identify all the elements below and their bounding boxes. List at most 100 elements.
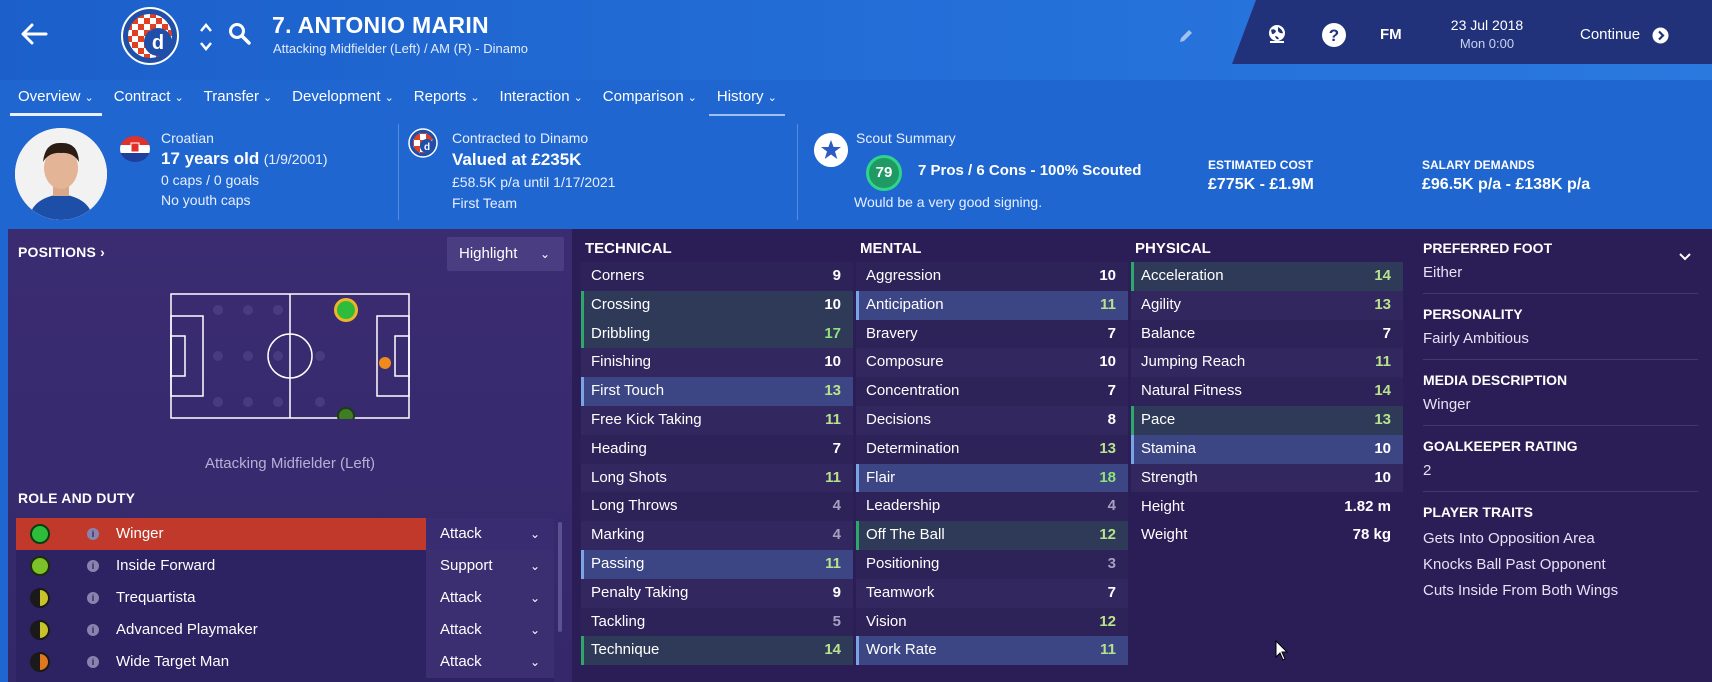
attribute-row[interactable]: Heading 7: [581, 434, 853, 464]
attribute-row[interactable]: Long Shots 11: [581, 463, 853, 493]
tab-history[interactable]: History ⌄: [707, 86, 787, 116]
position-caption: Attacking Midfielder (Left): [204, 455, 376, 472]
attribute-row[interactable]: Agility 13: [1131, 290, 1403, 320]
mental-attributes: MENTAL Aggression 10 Anticipation 11 Brave…: [856, 240, 1128, 666]
player-traits-label: PLAYER TRAITS: [1423, 504, 1533, 520]
attribute-row[interactable]: Tackling 5: [581, 607, 853, 637]
attribute-row[interactable]: Positioning 3: [856, 549, 1128, 579]
attribute-row[interactable]: Corners 9: [581, 262, 853, 291]
role-row[interactable]: i Wide Target Man Attack ⌄: [16, 646, 554, 682]
attribute-row[interactable]: Anticipation 11: [856, 290, 1128, 320]
caps-goals: 0 caps / 0 goals: [161, 172, 260, 188]
attribute-row[interactable]: Flair 18: [856, 463, 1128, 493]
attribute-row[interactable]: Penalty Taking 9: [581, 578, 853, 608]
divider: [398, 124, 399, 220]
attribute-row[interactable]: Free Kick Taking 11: [581, 405, 853, 435]
attribute-row[interactable]: Passing 11: [581, 549, 853, 579]
continue-button[interactable]: Continue: [1580, 26, 1640, 43]
attribute-row[interactable]: Acceleration 14: [1131, 262, 1403, 291]
personality-label: PERSONALITY: [1423, 306, 1523, 322]
duty-dropdown[interactable]: Attack ⌄: [426, 582, 554, 614]
duty-dropdown[interactable]: Support ⌄: [426, 550, 554, 582]
tab-comparison[interactable]: Comparison ⌄: [593, 86, 707, 116]
attribute-row[interactable]: Leadership 4: [856, 492, 1128, 522]
attribute-row[interactable]: Stamina 10: [1131, 434, 1403, 464]
role-name: Trequartista: [116, 589, 196, 606]
attribute-row[interactable]: Long Throws 4: [581, 492, 853, 522]
attribute-row[interactable]: Concentration 7: [856, 377, 1128, 406]
attribute-row[interactable]: Work Rate 11: [856, 636, 1128, 666]
attr-list: Aggression 10 Anticipation 11 Bravery 7 Com…: [856, 262, 1128, 666]
positions-title[interactable]: POSITIONS ›: [18, 244, 105, 260]
info-icon[interactable]: i: [87, 656, 99, 668]
highlight-dropdown[interactable]: Highlight ⌄: [447, 237, 564, 271]
role-name: Winger: [116, 525, 164, 542]
duty-dropdown[interactable]: Attack ⌄: [426, 646, 554, 678]
attribute-row[interactable]: Pace 13: [1131, 405, 1403, 435]
tab-contract[interactable]: Contract ⌄: [104, 86, 194, 116]
attribute-row[interactable]: Crossing 10: [581, 290, 853, 320]
fm-logo[interactable]: FM: [1380, 26, 1402, 43]
back-arrow-icon[interactable]: [18, 18, 50, 50]
duty-dropdown[interactable]: Attack ⌄: [426, 614, 554, 646]
attribute-row[interactable]: Teamwork 7: [856, 578, 1128, 608]
scout-summary-title: Scout Summary: [856, 130, 956, 146]
star-icon: [814, 133, 848, 167]
svg-text:d: d: [152, 32, 164, 54]
info-icon[interactable]: i: [87, 592, 99, 604]
help-icon[interactable]: ?: [1321, 22, 1347, 48]
attribute-row[interactable]: Composure 10: [856, 348, 1128, 378]
player-value: Valued at £235K: [452, 150, 582, 169]
player-portrait: [15, 128, 107, 220]
attribute-row[interactable]: Marking 4: [581, 521, 853, 550]
tab-reports[interactable]: Reports ⌄: [404, 86, 490, 116]
role-name: Inside Forward: [116, 557, 216, 574]
nationality: Croatian: [161, 130, 214, 146]
tab-overview[interactable]: Overview ⌄: [8, 86, 104, 116]
role-row[interactable]: i Winger Attack ⌄: [16, 518, 554, 550]
search-icon[interactable]: [228, 22, 252, 46]
traits-list: Gets Into Opposition Area Knocks Ball Pa…: [1423, 526, 1698, 604]
info-icon[interactable]: i: [87, 624, 99, 636]
role-suitability-icon: [30, 524, 50, 544]
next-prev-player-icon[interactable]: [198, 20, 214, 54]
role-row[interactable]: i Advanced Playmaker Attack ⌄: [16, 614, 554, 646]
role-row[interactable]: i Trequartista Attack ⌄: [16, 582, 554, 614]
duty-dropdown[interactable]: Attack ⌄: [426, 518, 554, 550]
physical-title: PHYSICAL: [1135, 240, 1211, 257]
info-icon[interactable]: i: [87, 528, 99, 540]
role-row[interactable]: i Inside Forward Support ⌄: [16, 550, 554, 582]
attribute-row[interactable]: Determination 13: [856, 434, 1128, 464]
attribute-row[interactable]: Bravery 7: [856, 319, 1128, 349]
club-badge-icon: d: [408, 128, 438, 158]
tab-development[interactable]: Development ⌄: [282, 86, 404, 116]
tab-interaction[interactable]: Interaction ⌄: [490, 86, 593, 116]
salary-demands: £96.5K p/a - £138K p/a: [1422, 176, 1591, 193]
player-age: 17 years old: [161, 149, 260, 168]
pencil-icon[interactable]: [1178, 28, 1194, 44]
info-icon[interactable]: i: [87, 560, 99, 572]
globe-icon[interactable]: [1265, 22, 1289, 46]
role-name: Wide Target Man: [116, 653, 230, 670]
attribute-row[interactable]: Decisions 8: [856, 405, 1128, 435]
attribute-row[interactable]: Dribbling 17: [581, 319, 853, 349]
physical-attributes: PHYSICAL Acceleration 14 Agility 13 Balanc…: [1131, 240, 1403, 554]
chevron-down-icon[interactable]: [1678, 250, 1692, 264]
attribute-row[interactable]: Natural Fitness 14: [1131, 377, 1403, 406]
attribute-row[interactable]: First Touch 13: [581, 377, 853, 406]
attribute-row[interactable]: Vision 12: [856, 607, 1128, 637]
attribute-row[interactable]: Strength 10: [1131, 463, 1403, 493]
continue-arrow-icon[interactable]: [1652, 27, 1669, 44]
position-pitch: [170, 293, 410, 419]
attribute-row[interactable]: Off The Ball 12: [856, 521, 1128, 550]
tab-transfer[interactable]: Transfer ⌄: [194, 86, 283, 116]
secondary-position-marker: [379, 357, 391, 369]
attribute-row[interactable]: Aggression 10: [856, 262, 1128, 291]
goalkeeper-rating-label: GOALKEEPER RATING: [1423, 438, 1578, 454]
attribute-row[interactable]: Technique 14: [581, 636, 853, 666]
roles-scrollbar[interactable]: [558, 522, 562, 632]
attribute-row[interactable]: Balance 7: [1131, 319, 1403, 349]
attribute-row[interactable]: Finishing 10: [581, 348, 853, 378]
personality: Fairly Ambitious: [1423, 330, 1529, 347]
attribute-row[interactable]: Jumping Reach 11: [1131, 348, 1403, 378]
